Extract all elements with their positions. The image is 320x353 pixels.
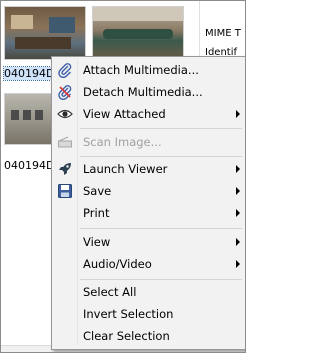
menu-separator — [80, 228, 242, 229]
submenu-arrow-icon — [236, 165, 240, 173]
pane-divider — [199, 1, 200, 61]
rocket-icon — [57, 161, 73, 177]
submenu-arrow-icon — [236, 238, 240, 246]
menu-item-label: Attach Multimedia... — [83, 63, 199, 77]
menu-item-label: Clear Selection — [83, 329, 170, 343]
menu-item-invert-selection[interactable]: Invert Selection — [52, 303, 245, 325]
paperclip-icon — [57, 62, 73, 79]
submenu-arrow-icon — [236, 110, 240, 118]
floppy-disk-icon — [57, 183, 73, 199]
submenu-arrow-icon — [236, 187, 240, 195]
menu-item-label: Select All — [83, 285, 137, 299]
menu-item-view-attached[interactable]: View Attached — [52, 103, 245, 125]
menu-item-label: Launch Viewer — [83, 162, 168, 176]
menu-item-label: View — [83, 235, 111, 249]
menu-item-detach-multimedia[interactable]: Detach Multimedia... — [52, 81, 245, 103]
eye-icon — [57, 106, 73, 122]
menu-item-clear-selection[interactable]: Clear Selection — [52, 325, 245, 347]
submenu-arrow-icon — [236, 260, 240, 268]
menu-separator — [80, 128, 242, 129]
context-menu: Attach Multimedia... Detach Multimedia..… — [51, 56, 245, 350]
thumbnail-conference-room-image[interactable] — [92, 6, 184, 60]
scanner-icon — [57, 134, 73, 150]
thumbnail-gallery-image[interactable] — [4, 93, 56, 145]
menu-item-view[interactable]: View — [52, 231, 245, 253]
window-frame: 040194D1 040194D1 MIME T Identif Attach … — [0, 0, 246, 353]
menu-item-select-all[interactable]: Select All — [52, 281, 245, 303]
menu-item-label: Audio/Video — [83, 257, 152, 271]
thumbnail-office-image[interactable] — [4, 6, 86, 60]
menu-item-label: View Attached — [83, 107, 166, 121]
menu-item-label: Scan Image... — [83, 135, 162, 149]
menu-item-audio-video[interactable]: Audio/Video — [52, 253, 245, 275]
menu-item-label: Detach Multimedia... — [83, 85, 203, 99]
menu-separator — [80, 279, 242, 280]
broken-paperclip-icon — [57, 84, 73, 101]
menu-item-label: Print — [83, 206, 110, 220]
menu-item-print[interactable]: Print — [52, 202, 245, 224]
submenu-arrow-icon — [236, 209, 240, 217]
menu-item-save[interactable]: Save — [52, 180, 245, 202]
menu-item-scan-image[interactable]: Scan Image... — [52, 131, 245, 153]
menu-item-label: Invert Selection — [83, 307, 174, 321]
menu-separator — [80, 156, 242, 157]
mime-type-label: MIME T — [205, 28, 241, 39]
menu-item-launch-viewer[interactable]: Launch Viewer — [52, 158, 245, 180]
menu-item-label: Save — [83, 184, 112, 198]
menu-item-attach-multimedia[interactable]: Attach Multimedia... — [52, 59, 245, 81]
